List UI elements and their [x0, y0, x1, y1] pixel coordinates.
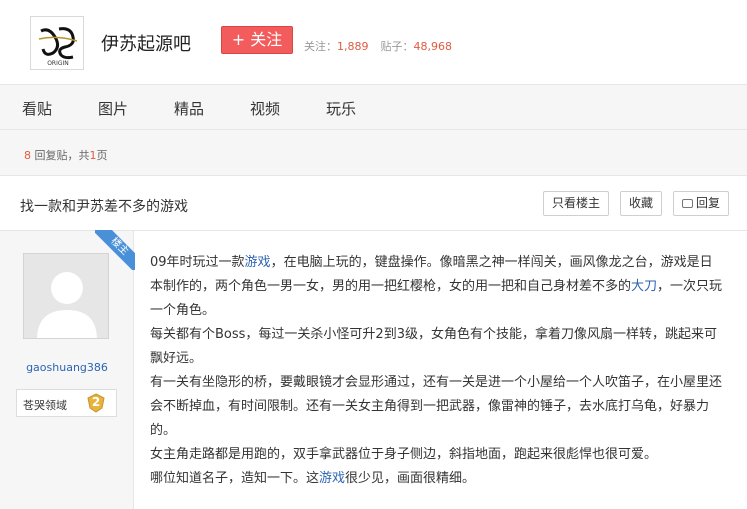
nav-item-images[interactable]: 图片	[98, 98, 128, 119]
logo-text: ORIGIN	[47, 60, 69, 67]
forum-header: ORIGIN 伊苏起源吧 + 关注 关注：1,889 贴子：48,968	[0, 0, 747, 84]
nav-item-videos[interactable]: 视频	[250, 98, 280, 119]
thread-title: 找一款和尹苏差不多的游戏	[20, 199, 188, 215]
page-count: 1	[89, 149, 97, 162]
thread-title-bar: 找一款和尹苏差不多的游戏 只看楼主 收藏 回复	[0, 177, 747, 231]
reply-count: 8	[24, 149, 31, 162]
reply-icon	[681, 199, 693, 208]
forum-nav: 看贴 图片 精品 视频 玩乐	[0, 84, 747, 130]
follow-button[interactable]: + 关注	[221, 26, 293, 54]
keyword-link[interactable]: 游戏	[245, 255, 271, 270]
reply-button[interactable]: 回复	[673, 191, 729, 216]
nav-item-posts[interactable]: 看贴	[22, 98, 52, 119]
followers-count: 1,889	[337, 40, 369, 53]
posts-count: 48,968	[413, 40, 453, 53]
nav-item-fun[interactable]: 玩乐	[326, 98, 356, 119]
level-name: 苍哭领域	[23, 399, 67, 412]
post-paragraph: 有一关有坐隐形的桥，要戴眼镜才会显形通过，还有一关是进一个小屋给一个人吹笛子，在…	[150, 375, 723, 438]
forum-logo[interactable]: ORIGIN	[30, 16, 84, 70]
author-only-button[interactable]: 只看楼主	[543, 191, 609, 216]
ys-logo-icon: ORIGIN	[38, 27, 78, 67]
keyword-link[interactable]: 大刀	[631, 279, 657, 294]
reply-count-bar: 8 回复贴，共1页	[0, 130, 747, 176]
favorite-button[interactable]: 收藏	[620, 191, 662, 216]
keyword-link[interactable]: 游戏	[319, 471, 345, 486]
nav-item-featured[interactable]: 精品	[174, 98, 204, 119]
level-number: 2	[86, 393, 106, 413]
forum-stats: 关注：1,889 贴子：48,968	[304, 38, 452, 54]
forum-name[interactable]: 伊苏起源吧	[101, 30, 191, 56]
followers-label: 关注：	[304, 40, 337, 53]
post-content: 09年时玩过一款游戏，在电脑上玩的，键盘操作。像暗黑之神一样闯关，画风像龙之台，…	[150, 251, 725, 491]
author-panel: gaoshuang386 苍哭领域 2	[0, 231, 134, 509]
post-paragraph: 09年时玩过一款游戏，在电脑上玩的，键盘操作。像暗黑之神一样闯关，画风像龙之台，…	[150, 255, 723, 318]
posts-label: 贴子：	[380, 40, 414, 53]
username[interactable]: gaoshuang386	[0, 361, 134, 374]
post-paragraph: 哪位知道名子，造知一下。这游戏很少见，画面很精细。	[150, 471, 476, 486]
post-paragraph: 每关都有个Boss，每过一关杀小怪可升2到3级，女角色有个技能，拿着刀像风扇一样…	[150, 327, 717, 366]
post: gaoshuang386 苍哭领域 2 楼主 09年时玩过一款游戏，在电脑上玩的…	[0, 230, 747, 509]
post-paragraph: 女主角走路都是用跑的，双手拿武器位于身子侧边，斜指地面，跑起来很彪悍也很可爱。	[150, 447, 658, 462]
user-level-badge[interactable]: 苍哭领域 2	[16, 389, 117, 417]
reply-count-text: 8 回复贴，共1页	[24, 149, 108, 162]
thread-starter-badge: 楼主	[95, 230, 135, 270]
